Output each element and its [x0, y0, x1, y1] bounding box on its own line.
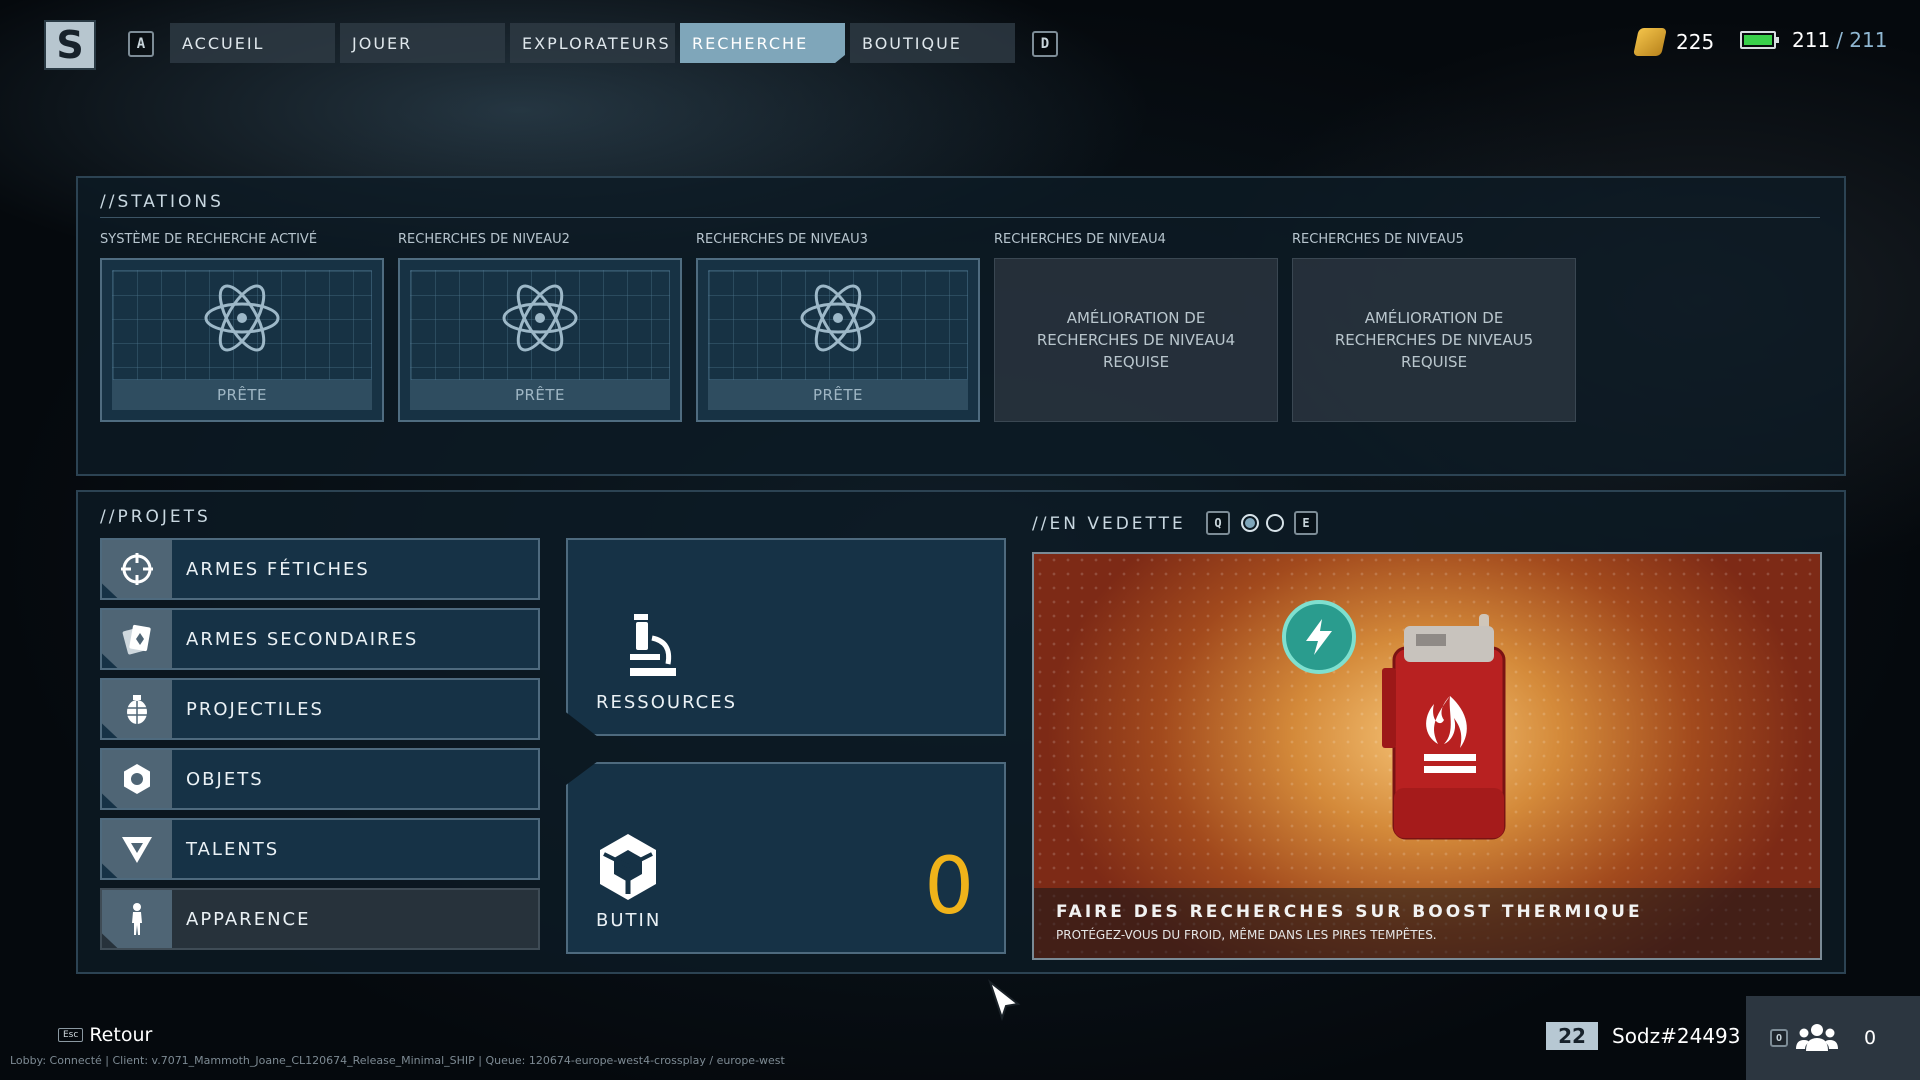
carousel-dot-1[interactable] [1241, 514, 1259, 532]
station-card-2[interactable]: PRÊTE [398, 258, 682, 422]
power-badge [1282, 600, 1356, 674]
project-label: OBJETS [186, 768, 264, 790]
microscope-icon [630, 614, 676, 676]
battery-icon [1740, 31, 1779, 49]
player-level-badge: 22 [1546, 1022, 1598, 1050]
thermal-boost-device-icon [1382, 614, 1506, 840]
box-icon [600, 834, 656, 900]
energy-balance: 211 / 211 [1740, 28, 1887, 52]
featured-caption: FAIRE DES RECHERCHES SUR BOOST THERMIQUE… [1034, 888, 1820, 958]
cards-icon [122, 624, 151, 655]
project-projectiles[interactable]: PROJECTILES [100, 678, 540, 740]
station-card-locked-5: AMÉLIORATION DE RECHERCHES DE NIVEAU5 RE… [1292, 258, 1576, 422]
figure-icon [132, 903, 142, 935]
esc-key: Esc [58, 1028, 84, 1042]
tab-boutique[interactable]: BOUTIQUE [850, 23, 1015, 63]
featured-title: //EN VEDETTE [1032, 514, 1186, 534]
station-label: RECHERCHES DE NIVEAU4 [994, 232, 1166, 247]
lightning-icon [1306, 619, 1332, 655]
project-armes-fetiches[interactable]: ARMES FÉTICHES [100, 538, 540, 600]
station-status: PRÊTE [112, 380, 372, 410]
player-name[interactable]: Sodz#24493 [1612, 1024, 1741, 1048]
stations-title: //STATIONS [100, 192, 224, 212]
loot-card[interactable]: BUTIN 0 [566, 762, 1006, 954]
party-panel[interactable]: O 0 [1746, 996, 1920, 1080]
project-label: ARMES FÉTICHES [186, 558, 370, 580]
station-status: PRÊTE [410, 380, 670, 410]
featured-item-title: FAIRE DES RECHERCHES SUR BOOST THERMIQUE [1056, 902, 1643, 922]
project-label: TALENTS [186, 838, 280, 860]
station-label: RECHERCHES DE NIVEAU3 [696, 232, 868, 247]
tab-accueil[interactable]: ACCUEIL [170, 23, 335, 63]
crosshair-icon [121, 553, 153, 585]
atom-icon [800, 284, 876, 352]
stations-divider [100, 217, 1820, 218]
atom-icon [204, 284, 280, 352]
hexagon-icon [124, 764, 150, 794]
station-label: RECHERCHES DE NIVEAU5 [1292, 232, 1464, 247]
lobby-info: Lobby: Connecté | Client: v.7071_Mammoth… [10, 1054, 785, 1067]
station-card-1[interactable]: PRÊTE [100, 258, 384, 422]
featured-item-subtitle: PROTÉGEZ-VOUS DU FROID, MÊME DANS LES PI… [1056, 928, 1437, 942]
game-logo: S [44, 20, 96, 70]
party-key: O [1770, 1029, 1788, 1047]
carousel-dot-2[interactable] [1266, 514, 1284, 532]
loot-count: 0 [924, 842, 974, 932]
project-label: ARMES SECONDAIRES [186, 628, 419, 650]
loot-label: BUTIN [596, 910, 662, 931]
project-label: PROJECTILES [186, 698, 324, 720]
resources-label: RESSOURCES [596, 692, 738, 713]
coin-icon [1633, 28, 1667, 56]
mouse-cursor-icon [987, 979, 1021, 1022]
party-count: 0 [1864, 1027, 1877, 1049]
project-apparence[interactable]: APPARENCE [100, 888, 540, 950]
back-label: Retour [89, 1024, 153, 1046]
project-talents[interactable]: TALENTS [100, 818, 540, 880]
project-label: APPARENCE [186, 908, 311, 930]
tab-jouer[interactable]: JOUER [340, 23, 505, 63]
nav-prev-key[interactable]: A [128, 31, 154, 57]
station-card-3[interactable]: PRÊTE [696, 258, 980, 422]
nav-next-key[interactable]: D [1032, 31, 1058, 57]
party-members-icon [1796, 1024, 1838, 1051]
station-label: SYSTÈME DE RECHERCHE ACTIVÉ [100, 232, 318, 247]
resources-card[interactable]: RESSOURCES [566, 538, 1006, 736]
grenade-icon [127, 695, 147, 724]
coin-balance: 225 [1633, 28, 1714, 56]
tab-explorateurs[interactable]: EXPLORATEURS [510, 23, 675, 63]
triangle-icon [122, 837, 152, 863]
project-objets[interactable]: OBJETS [100, 748, 540, 810]
back-button[interactable]: Esc Retour [58, 1024, 152, 1046]
station-card-locked-4: AMÉLIORATION DE RECHERCHES DE NIVEAU4 RE… [994, 258, 1278, 422]
projects-title: //PROJETS [100, 507, 211, 527]
tab-recherche[interactable]: RECHERCHE [680, 23, 845, 63]
station-status: PRÊTE [708, 380, 968, 410]
atom-icon [502, 284, 578, 352]
project-armes-secondaires[interactable]: ARMES SECONDAIRES [100, 608, 540, 670]
featured-prev-key[interactable]: Q [1206, 511, 1230, 535]
featured-next-key[interactable]: E [1294, 511, 1318, 535]
featured-card[interactable]: FAIRE DES RECHERCHES SUR BOOST THERMIQUE… [1032, 552, 1822, 960]
station-label: RECHERCHES DE NIVEAU2 [398, 232, 570, 247]
